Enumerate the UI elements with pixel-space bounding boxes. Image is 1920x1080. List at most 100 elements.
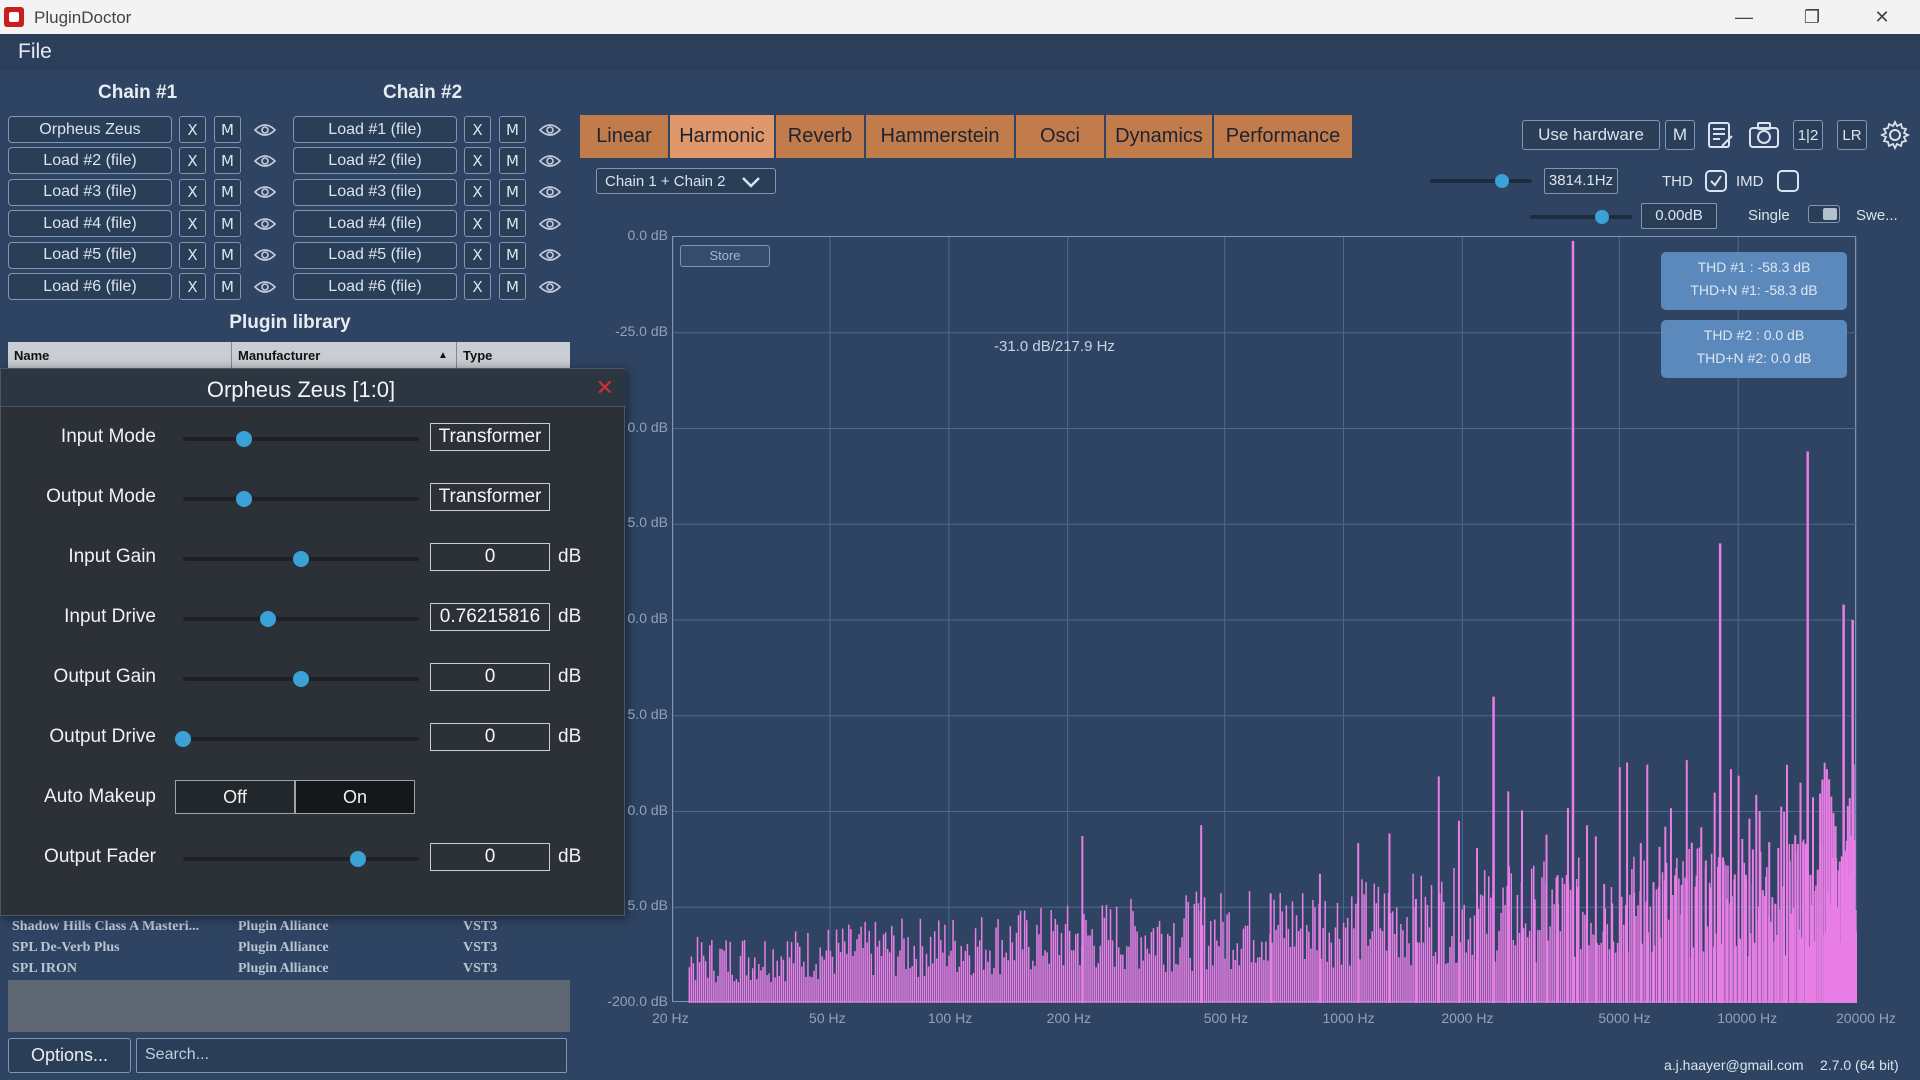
chain1-slot-2-remove-button[interactable]: X xyxy=(179,147,206,175)
auto-makeup-off-button[interactable]: Off xyxy=(175,780,295,814)
param-value-field[interactable]: 0.76215816 xyxy=(430,603,550,631)
eye-icon[interactable] xyxy=(538,273,562,300)
eye-icon[interactable] xyxy=(538,210,562,237)
chain2-slot-1-mute-button[interactable]: M xyxy=(499,116,526,143)
chain2-slot-4-button[interactable]: Load #4 (file) xyxy=(293,210,457,238)
plugin-window-titlebar[interactable]: Orpheus Zeus [1:0] ✕ xyxy=(1,369,626,407)
param-slider-knob[interactable] xyxy=(259,611,276,627)
frequency-slider-knob[interactable] xyxy=(1495,174,1510,188)
chain2-slot-5-remove-button[interactable]: X xyxy=(464,241,491,269)
chain1-slot-4-button[interactable]: Load #4 (file) xyxy=(8,210,172,238)
chain1-slot-2-button[interactable]: Load #2 (file) xyxy=(8,147,172,175)
param-slider[interactable] xyxy=(183,851,419,867)
tab-reverb[interactable]: Reverb xyxy=(776,115,866,158)
chain2-slot-1-button[interactable]: Load #1 (file) xyxy=(293,116,457,143)
tab-harmonic[interactable]: Harmonic xyxy=(670,115,776,158)
chain2-slot-5-mute-button[interactable]: M xyxy=(499,241,526,269)
search-input[interactable]: Search... xyxy=(136,1038,567,1073)
param-slider-knob[interactable] xyxy=(236,491,253,507)
eye-icon[interactable] xyxy=(253,116,277,143)
chain2-slot-6-button[interactable]: Load #6 (file) xyxy=(293,273,457,300)
settings-icon[interactable] xyxy=(1878,118,1912,152)
chain1-slot-6-remove-button[interactable]: X xyxy=(179,273,206,300)
notes-icon[interactable] xyxy=(1703,118,1737,152)
chain2-slot-2-mute-button[interactable]: M xyxy=(499,147,526,175)
param-slider-knob[interactable] xyxy=(293,551,309,567)
chain1-slot-1-remove-button[interactable]: X xyxy=(179,116,206,143)
close-window-button[interactable]: ✕ xyxy=(1848,0,1916,34)
param-value-field[interactable]: 0 xyxy=(430,663,550,691)
menu-file[interactable]: File xyxy=(18,40,52,64)
param-slider[interactable] xyxy=(183,431,419,447)
chain2-slot-4-remove-button[interactable]: X xyxy=(464,210,491,238)
options-button[interactable]: Options... xyxy=(8,1038,131,1073)
chain1-slot-1-button[interactable]: Orpheus Zeus xyxy=(8,116,172,143)
lr-button[interactable]: LR xyxy=(1837,120,1867,150)
eye-icon[interactable] xyxy=(253,273,277,300)
param-value-field[interactable]: Transformer xyxy=(430,423,550,451)
auto-makeup-on-button[interactable]: On xyxy=(295,780,415,814)
eye-icon[interactable] xyxy=(253,147,277,174)
chain2-slot-3-button[interactable]: Load #3 (file) xyxy=(293,178,457,206)
thd-checkbox[interactable] xyxy=(1705,170,1727,192)
param-value-field[interactable]: 0 xyxy=(430,843,550,871)
chain1-slot-2-mute-button[interactable]: M xyxy=(214,147,241,175)
eye-icon[interactable] xyxy=(253,210,277,237)
chain1-slot-5-mute-button[interactable]: M xyxy=(214,241,241,269)
imd-checkbox[interactable] xyxy=(1777,170,1799,192)
restore-button[interactable]: ❐ xyxy=(1778,0,1846,34)
param-slider[interactable] xyxy=(183,491,419,507)
frequency-value[interactable]: 3814.1Hz xyxy=(1544,168,1618,194)
chain2-slot-6-mute-button[interactable]: M xyxy=(499,273,526,300)
use-hardware-button[interactable]: Use hardware xyxy=(1522,120,1660,150)
chain1-slot-5-remove-button[interactable]: X xyxy=(179,241,206,269)
chain1-slot-3-button[interactable]: Load #3 (file) xyxy=(8,178,172,206)
chain-select-dropdown[interactable]: Chain 1 + Chain 2 xyxy=(596,168,776,194)
column-manufacturer[interactable]: Manufacturer xyxy=(238,348,320,363)
eye-icon[interactable] xyxy=(538,242,562,269)
chain1-slot-4-mute-button[interactable]: M xyxy=(214,210,241,238)
tab-performance[interactable]: Performance xyxy=(1214,115,1354,158)
tab-osci[interactable]: Osci xyxy=(1016,115,1106,158)
store-button[interactable]: Store xyxy=(680,245,770,267)
level-slider[interactable] xyxy=(1530,210,1632,224)
param-slider-knob[interactable] xyxy=(293,671,309,687)
tab-dynamics[interactable]: Dynamics xyxy=(1106,115,1214,158)
chain2-slot-2-remove-button[interactable]: X xyxy=(464,147,491,175)
tab-hammerstein[interactable]: Hammerstein xyxy=(866,115,1016,158)
single-sweep-toggle[interactable] xyxy=(1808,205,1840,223)
column-name[interactable]: Name xyxy=(14,348,49,363)
param-value-field[interactable]: 0 xyxy=(430,723,550,751)
eye-icon[interactable] xyxy=(538,179,562,206)
param-slider[interactable] xyxy=(183,671,419,687)
chain1-slot-3-mute-button[interactable]: M xyxy=(214,178,241,206)
param-slider-knob[interactable] xyxy=(236,431,253,447)
chain1-slot-6-button[interactable]: Load #6 (file) xyxy=(8,273,172,300)
chain1-slot-5-button[interactable]: Load #5 (file) xyxy=(8,241,172,269)
chain2-slot-3-remove-button[interactable]: X xyxy=(464,178,491,206)
chain1-slot-4-remove-button[interactable]: X xyxy=(179,210,206,238)
camera-icon[interactable] xyxy=(1747,118,1781,152)
chain2-slot-2-button[interactable]: Load #2 (file) xyxy=(293,147,457,175)
close-icon[interactable]: ✕ xyxy=(596,375,614,401)
chain1-slot-3-remove-button[interactable]: X xyxy=(179,178,206,206)
eye-icon[interactable] xyxy=(538,147,562,174)
split-view-button[interactable]: 1|2 xyxy=(1793,120,1823,150)
chain2-slot-5-button[interactable]: Load #5 (file) xyxy=(293,241,457,269)
param-slider-knob[interactable] xyxy=(175,731,191,747)
library-row[interactable]: SPL De-Verb Plus Plugin Alliance VST3 xyxy=(8,938,570,959)
chain1-slot-1-mute-button[interactable]: M xyxy=(214,116,241,143)
chain2-slot-4-mute-button[interactable]: M xyxy=(499,210,526,238)
mono-button[interactable]: M xyxy=(1665,120,1695,150)
tab-linear[interactable]: Linear xyxy=(580,115,670,158)
eye-icon[interactable] xyxy=(538,116,562,143)
level-value[interactable]: 0.00dB xyxy=(1641,203,1717,229)
eye-icon[interactable] xyxy=(253,179,277,206)
column-type[interactable]: Type xyxy=(463,348,492,363)
param-slider[interactable] xyxy=(183,611,419,627)
chain2-slot-1-remove-button[interactable]: X xyxy=(464,116,491,143)
minimize-button[interactable]: — xyxy=(1710,0,1778,34)
library-row[interactable]: SPL IRON Plugin Alliance VST3 xyxy=(8,959,570,980)
level-slider-knob[interactable] xyxy=(1595,210,1610,224)
param-slider[interactable] xyxy=(183,551,419,567)
